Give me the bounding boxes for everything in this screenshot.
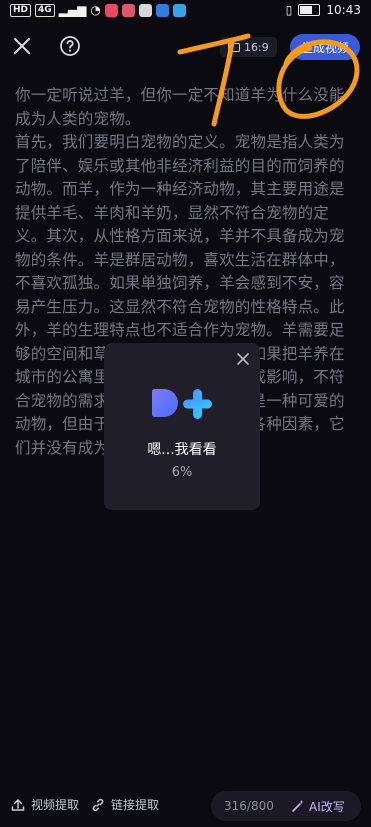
app-logo <box>150 387 216 421</box>
battery-icon <box>298 4 321 16</box>
bottom-bar: 视频提取 链接提取 316/800 AI改写 <box>0 790 371 825</box>
pulse-app-icon <box>121 3 135 17</box>
signal-icon: ▂▄▆ <box>58 3 87 17</box>
ai-rewrite-label: AI改写 <box>309 799 345 814</box>
aspect-ratio-label: 16:9 <box>244 40 269 54</box>
video-extract-label: 视频提取 <box>31 798 80 812</box>
bluetooth-app-icon <box>155 3 169 17</box>
generate-video-button[interactable]: 生成视频 <box>290 34 360 60</box>
status-left: HD 4G ▂▄▆ ◔ <box>10 3 186 17</box>
magic-wand-icon <box>292 800 304 812</box>
app-logo-icon <box>152 389 212 419</box>
status-right: ▯ 10:43 <box>286 3 361 17</box>
link-icon <box>92 798 104 811</box>
status-time: 10:43 <box>326 3 361 17</box>
wechat-icon <box>138 3 152 17</box>
help-icon <box>60 36 80 56</box>
app-notification-icon <box>104 3 118 17</box>
close-icon <box>237 353 249 365</box>
vibrate-icon: ▯ <box>285 3 293 17</box>
upload-icon <box>11 798 25 811</box>
close-button[interactable] <box>10 34 34 58</box>
progress-percent: 6% <box>171 465 193 480</box>
translate-app-icon <box>172 3 186 17</box>
aspect-ratio-selector[interactable]: 16:9 <box>220 37 277 57</box>
ai-rewrite-button[interactable]: AI改写 <box>291 798 345 815</box>
char-counter: 316/800 <box>224 799 274 813</box>
wifi-icon: ◔ <box>90 3 101 17</box>
status-bar: HD 4G ▂▄▆ ◔ ▯ 10:43 <box>0 0 371 20</box>
close-icon <box>14 38 30 54</box>
top-toolbar: 16:9 生成视频 <box>0 28 371 68</box>
hd-badge: HD <box>10 3 32 17</box>
dialog-message: 嗯...我看看 <box>147 442 217 458</box>
link-extract-label: 链接提取 <box>111 798 160 812</box>
article-paragraph: 你一定听说过羊，但你一定不知道羊为什么没能成为人类的宠物。 <box>15 86 345 128</box>
link-extract-button[interactable]: 链接提取 <box>90 796 159 813</box>
generate-video-label: 生成视频 <box>300 40 349 55</box>
screen-icon <box>228 42 240 52</box>
video-extract-button[interactable]: 视频提取 <box>10 796 79 813</box>
network-badge: 4G <box>35 3 55 17</box>
help-button[interactable] <box>58 34 82 58</box>
dialog-close-button[interactable] <box>236 351 250 365</box>
bottom-right-pill: 316/800 AI改写 <box>211 791 361 821</box>
processing-dialog: 嗯...我看看 6% <box>104 343 260 510</box>
